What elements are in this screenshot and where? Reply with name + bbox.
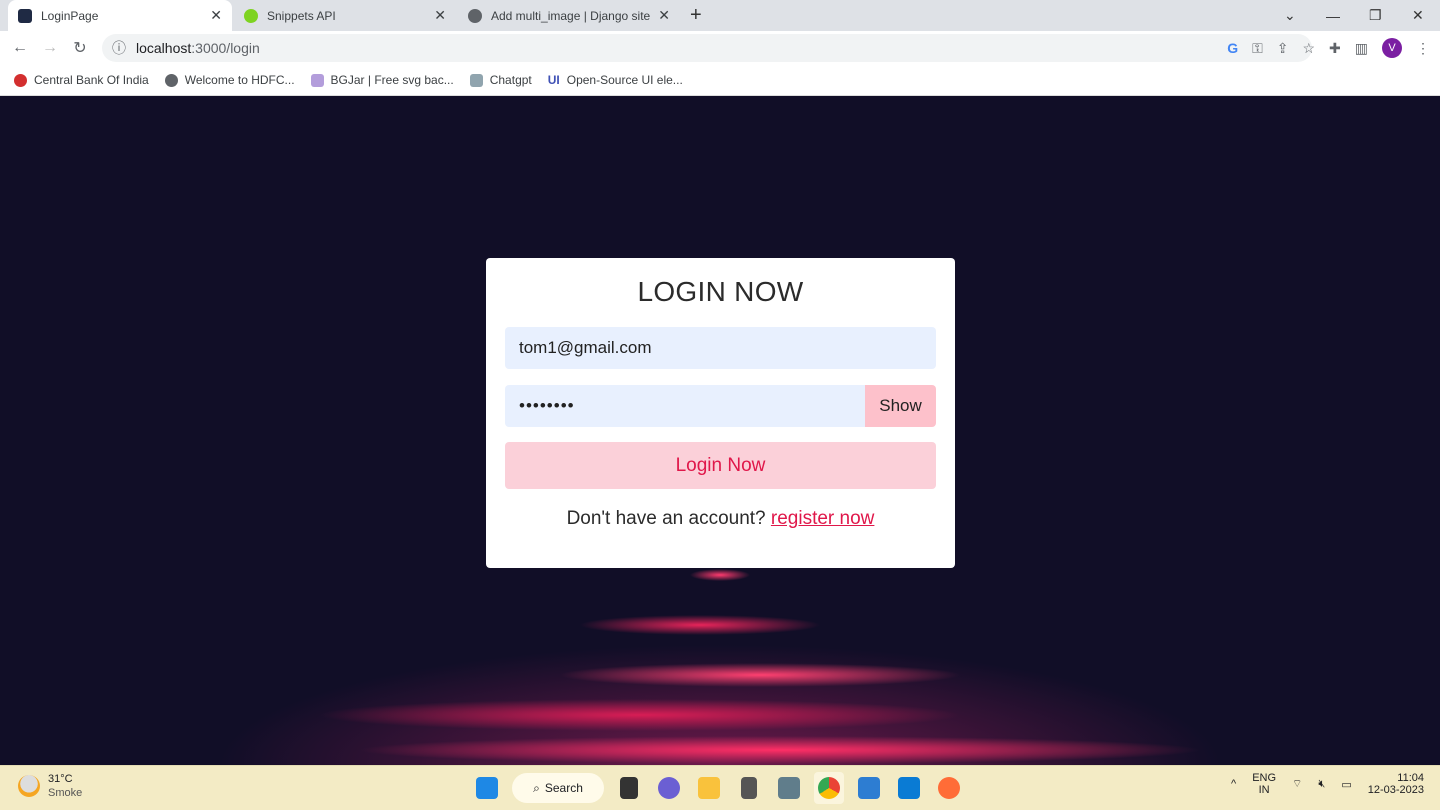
register-prompt: Don't have an account? register now xyxy=(566,508,875,529)
reload-button[interactable]: ↻ xyxy=(65,38,95,58)
vscode-icon[interactable] xyxy=(894,772,924,804)
menu-icon[interactable]: ⋮ xyxy=(1416,40,1430,57)
login-card: LOGIN NOW tom1@gmail.com •••••••• Show L… xyxy=(486,258,955,568)
api-icon xyxy=(244,8,258,23)
key-icon[interactable]: ⚿ xyxy=(1252,40,1263,57)
google-icon[interactable]: G xyxy=(1227,40,1238,56)
taskbar: 31°C Smoke ⌕ Search ^ ENG IN ⌔ 🔇︎ ▭ 11:04 12… xyxy=(0,765,1440,810)
chrome-icon[interactable] xyxy=(814,772,844,804)
start-icon[interactable] xyxy=(472,772,502,804)
email-input[interactable]: tom1@gmail.com xyxy=(505,327,936,369)
tab-search-icon[interactable]: ⌄ xyxy=(1284,0,1296,31)
chevron-up-icon[interactable]: ^ xyxy=(1231,778,1236,790)
tab-bar: LoginPage ✕ Snippets API ✕ Add multi_ima… xyxy=(0,0,1440,31)
file-explorer-icon[interactable] xyxy=(694,772,724,804)
chatgpt-icon xyxy=(469,73,483,87)
bookmarks-bar: Central Bank Of India Welcome to HDFC...… xyxy=(0,65,1440,96)
clock[interactable]: 11:04 12-03-2023 xyxy=(1368,772,1424,796)
tab-django[interactable]: Add multi_image | Django site ad ✕ xyxy=(458,0,680,31)
back-button[interactable]: ← xyxy=(5,39,35,57)
camera-icon[interactable] xyxy=(774,772,804,804)
register-link[interactable]: register now xyxy=(771,508,875,529)
toolbar: ← → ↻ ⓘ localhost:3000/login G ⚿ ⇪ ☆ ✚ ▥… xyxy=(0,31,1440,65)
close-icon[interactable]: ✕ xyxy=(210,7,222,24)
close-icon[interactable]: ✕ xyxy=(658,7,670,24)
restore-button[interactable]: ❐ xyxy=(1369,0,1382,31)
bookmark-item[interactable]: BGJar | Free svg bac... xyxy=(310,73,454,87)
extensions-icon[interactable]: ✚ xyxy=(1329,40,1341,57)
tab-snippets-api[interactable]: Snippets API ✕ xyxy=(234,0,456,31)
window-close-button[interactable]: ✕ xyxy=(1412,0,1424,31)
bookmark-item[interactable]: UI Open-Source UI ele... xyxy=(548,73,683,87)
volume-muted-icon[interactable]: 🔇︎ xyxy=(1318,778,1325,791)
postman-icon[interactable] xyxy=(934,772,964,804)
background-glow xyxy=(0,565,1440,765)
bookmark-icon xyxy=(310,73,324,87)
react-icon xyxy=(18,8,32,23)
forward-button[interactable]: → xyxy=(35,39,65,57)
page-title: LOGIN NOW xyxy=(637,276,804,307)
globe-icon xyxy=(164,73,178,87)
show-password-button[interactable]: Show xyxy=(865,385,936,427)
bookmark-item[interactable]: Central Bank Of India xyxy=(14,73,149,87)
close-icon[interactable]: ✕ xyxy=(434,7,446,24)
address-bar[interactable]: ⓘ localhost:3000/login xyxy=(102,34,1312,62)
weather-widget[interactable]: 31°C Smoke xyxy=(18,772,82,800)
search-icon: ⌕ xyxy=(533,780,540,795)
calculator-icon[interactable] xyxy=(734,772,764,804)
powershell-icon[interactable] xyxy=(854,772,884,804)
globe-icon xyxy=(468,8,482,23)
taskbar-search[interactable]: ⌕ Search xyxy=(512,773,604,803)
ui-icon: UI xyxy=(547,73,560,87)
page-content: LOGIN NOW tom1@gmail.com •••••••• Show L… xyxy=(0,96,1440,765)
login-button[interactable]: Login Now xyxy=(505,442,936,489)
weather-icon xyxy=(18,775,40,797)
tab-loginpage[interactable]: LoginPage ✕ xyxy=(8,0,232,31)
side-panel-icon[interactable]: ▥ xyxy=(1355,40,1368,57)
share-icon[interactable]: ⇪ xyxy=(1277,40,1289,57)
teams-icon[interactable] xyxy=(654,772,684,804)
password-input[interactable]: •••••••• xyxy=(505,385,865,427)
battery-icon[interactable]: ▭ xyxy=(1341,778,1351,791)
minimize-button[interactable]: — xyxy=(1326,0,1340,31)
task-view-icon[interactable] xyxy=(614,772,644,804)
bookmark-item[interactable]: Chatgpt xyxy=(469,73,532,87)
bookmark-item[interactable]: Welcome to HDFC... xyxy=(164,73,295,87)
avatar[interactable]: V xyxy=(1382,38,1402,58)
info-icon: ⓘ xyxy=(112,40,126,56)
new-tab-button[interactable]: + xyxy=(690,0,702,31)
language-indicator[interactable]: ENG IN xyxy=(1252,772,1276,796)
bookmark-icon xyxy=(14,73,27,87)
star-icon[interactable]: ☆ xyxy=(1302,40,1315,57)
wifi-icon[interactable]: ⌔ xyxy=(1292,777,1302,791)
